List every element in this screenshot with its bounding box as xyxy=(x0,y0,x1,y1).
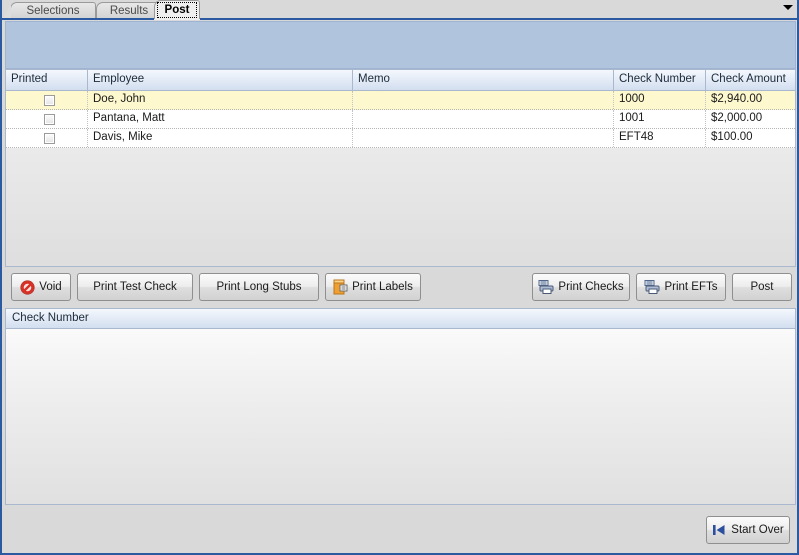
prohibition-icon xyxy=(20,279,35,295)
void-button-label: Void xyxy=(39,281,62,293)
cell-printed xyxy=(6,91,88,109)
table-row[interactable]: Doe, John 1000 $2,940.00 xyxy=(6,91,795,110)
tab-selections[interactable]: Selections xyxy=(2,2,96,20)
table-row[interactable]: Pantana, Matt 1001 $2,000.00 xyxy=(6,110,795,129)
cell-check-number: 1000 xyxy=(614,91,706,109)
skip-to-start-icon xyxy=(712,524,726,536)
cell-printed xyxy=(6,110,88,128)
tab-post[interactable]: Post xyxy=(154,0,200,19)
printed-checkbox[interactable] xyxy=(43,94,55,106)
void-button[interactable]: Void xyxy=(11,273,71,301)
action-button-bar: Void Print Test Check Print Long Stubs P… xyxy=(5,269,796,307)
print-labels-button[interactable]: Print Labels xyxy=(325,273,421,301)
print-long-stubs-button[interactable]: Print Long Stubs xyxy=(199,273,319,301)
chevron-down-icon[interactable] xyxy=(783,5,793,10)
post-checks-window: Selections Results Post Printed Employee… xyxy=(0,0,799,555)
column-header-check-number[interactable]: Check Number xyxy=(614,70,706,90)
start-over-button-label: Start Over xyxy=(731,524,784,536)
print-checks-button[interactable]: Print Checks xyxy=(532,273,630,301)
lower-column-header-check-number[interactable]: Check Number xyxy=(6,309,795,329)
printer-icon xyxy=(644,280,660,294)
print-test-check-button-label: Print Test Check xyxy=(93,281,177,293)
table-row[interactable]: Davis, Mike EFT48 $100.00 xyxy=(6,129,795,148)
tab-underline xyxy=(2,18,797,20)
column-header-check-amount[interactable]: Check Amount xyxy=(706,70,795,90)
cell-employee: Pantana, Matt xyxy=(88,110,353,128)
banner-panel xyxy=(5,21,796,69)
cell-check-number: 1001 xyxy=(614,110,706,128)
cell-memo xyxy=(353,129,614,147)
tab-selections-label: Selections xyxy=(26,5,80,17)
cell-employee: Davis, Mike xyxy=(88,129,353,147)
printer-icon xyxy=(538,280,554,294)
tab-results-label: Results xyxy=(109,5,149,17)
cell-employee: Doe, John xyxy=(88,91,353,109)
post-button-label: Post xyxy=(750,281,774,293)
post-button[interactable]: Post xyxy=(732,273,792,301)
lower-panel-body xyxy=(6,329,795,504)
cell-check-amount: $100.00 xyxy=(711,131,753,143)
tab-post-label: Post xyxy=(157,2,197,18)
tab-results[interactable]: Results xyxy=(96,2,162,19)
print-efts-button[interactable]: Print EFTs xyxy=(636,273,726,301)
cell-check-amount: $2,000.00 xyxy=(711,112,763,124)
grid-header-row: Printed Employee Memo Check Number Check… xyxy=(6,70,795,91)
tab-strip: Selections Results Post xyxy=(2,0,797,20)
column-header-employee[interactable]: Employee xyxy=(88,70,353,90)
printed-checkbox[interactable] xyxy=(43,113,55,125)
print-efts-button-label: Print EFTs xyxy=(664,281,718,293)
column-header-printed[interactable]: Printed xyxy=(6,70,88,90)
label-tag-icon xyxy=(333,279,348,295)
column-header-memo[interactable]: Memo xyxy=(353,70,614,90)
check-number-panel[interactable]: Check Number xyxy=(5,308,796,505)
print-test-check-button[interactable]: Print Test Check xyxy=(77,273,193,301)
print-long-stubs-button-label: Print Long Stubs xyxy=(216,281,302,293)
cell-check-amount: $2,940.00 xyxy=(711,93,763,105)
cell-memo xyxy=(353,91,614,109)
start-over-button[interactable]: Start Over xyxy=(706,516,790,544)
print-checks-button-label: Print Checks xyxy=(558,281,624,293)
checks-grid[interactable]: Printed Employee Memo Check Number Check… xyxy=(5,69,796,267)
cell-check-number: EFT48 xyxy=(614,129,706,147)
footer-bar: Start Over xyxy=(2,507,797,553)
cell-printed xyxy=(6,129,88,147)
print-labels-button-label: Print Labels xyxy=(352,281,413,293)
printed-checkbox[interactable] xyxy=(43,132,55,144)
cell-memo xyxy=(353,110,614,128)
